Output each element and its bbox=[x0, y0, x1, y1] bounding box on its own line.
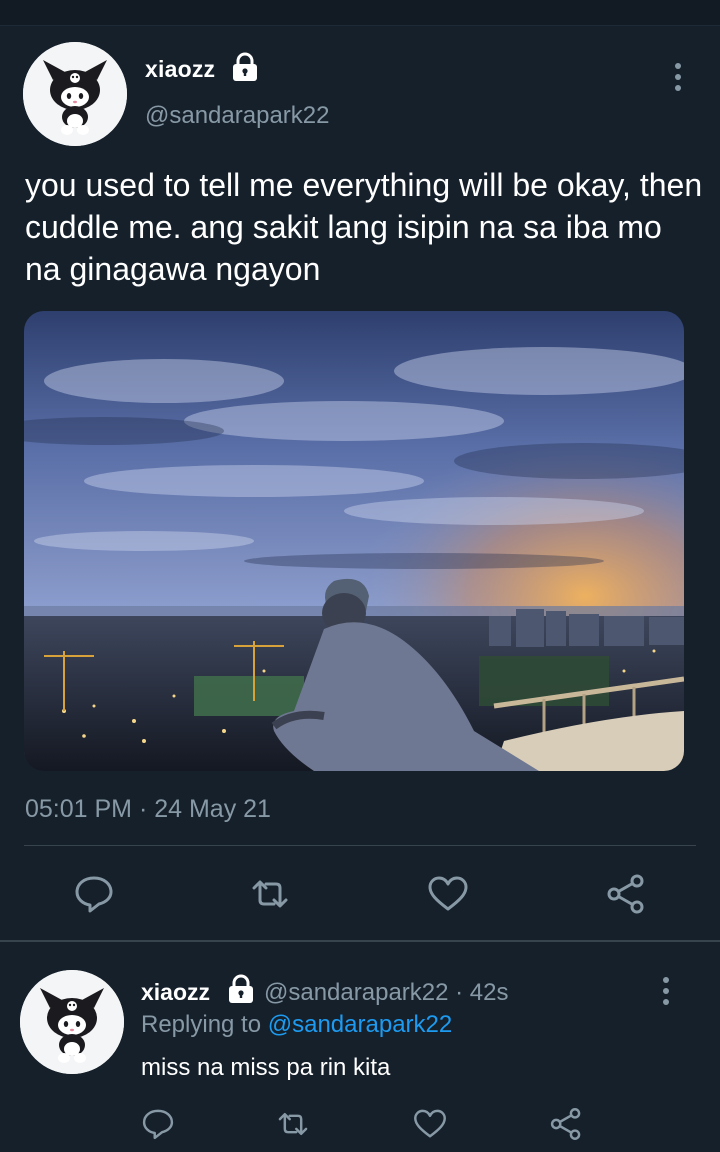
share-icon bbox=[607, 874, 644, 914]
reply-like-button[interactable] bbox=[412, 1106, 448, 1142]
tweet-timestamp[interactable]: 05:01 PM · 24 May 21 bbox=[25, 795, 271, 824]
reply-share-button[interactable] bbox=[548, 1106, 584, 1142]
tweet-text: you used to tell me everything will be o… bbox=[25, 167, 703, 287]
like-button[interactable] bbox=[426, 872, 470, 916]
share-icon bbox=[550, 1108, 581, 1140]
main-tweet: xiaozz @sandarapark22 you used to tell m… bbox=[0, 26, 720, 940]
reply-avatar[interactable] bbox=[20, 970, 124, 1074]
replying-to: Replying to @sandarapark22 bbox=[141, 1011, 452, 1039]
retweet-icon bbox=[252, 880, 288, 908]
lock-icon bbox=[227, 974, 255, 1004]
top-edge bbox=[0, 0, 720, 26]
author-name[interactable]: xiaozz bbox=[145, 56, 215, 83]
section-divider bbox=[0, 940, 720, 942]
tweet-photo[interactable] bbox=[24, 311, 684, 771]
kuromi-avatar-image bbox=[23, 42, 127, 146]
reply-author-name[interactable]: xiaozz bbox=[141, 979, 210, 1006]
reply-icon bbox=[142, 1109, 174, 1140]
author-handle[interactable]: @sandarapark22 bbox=[145, 102, 329, 130]
retweet-icon bbox=[278, 1112, 308, 1136]
reply-more-options-icon[interactable] bbox=[652, 974, 680, 1008]
share-button[interactable] bbox=[604, 872, 648, 916]
reply-author-handle[interactable]: @sandarapark22 · 42s bbox=[264, 979, 509, 1007]
reply-icon bbox=[75, 876, 113, 913]
retweet-button[interactable] bbox=[248, 872, 292, 916]
like-icon bbox=[428, 876, 468, 911]
like-icon bbox=[414, 1109, 446, 1138]
reply-retweet-button[interactable] bbox=[275, 1106, 311, 1142]
kuromi-avatar-image bbox=[20, 970, 124, 1074]
avatar[interactable] bbox=[23, 42, 127, 146]
reply-reply-button[interactable] bbox=[140, 1106, 176, 1142]
replying-to-mention[interactable]: @sandarapark22 bbox=[268, 1011, 452, 1038]
lock-icon bbox=[231, 52, 259, 82]
divider bbox=[24, 845, 696, 846]
more-options-icon[interactable] bbox=[664, 60, 692, 94]
replying-to-prefix: Replying to bbox=[141, 1011, 262, 1038]
reply-button[interactable] bbox=[72, 872, 116, 916]
reply-text: miss na miss pa rin kita bbox=[141, 1054, 391, 1081]
